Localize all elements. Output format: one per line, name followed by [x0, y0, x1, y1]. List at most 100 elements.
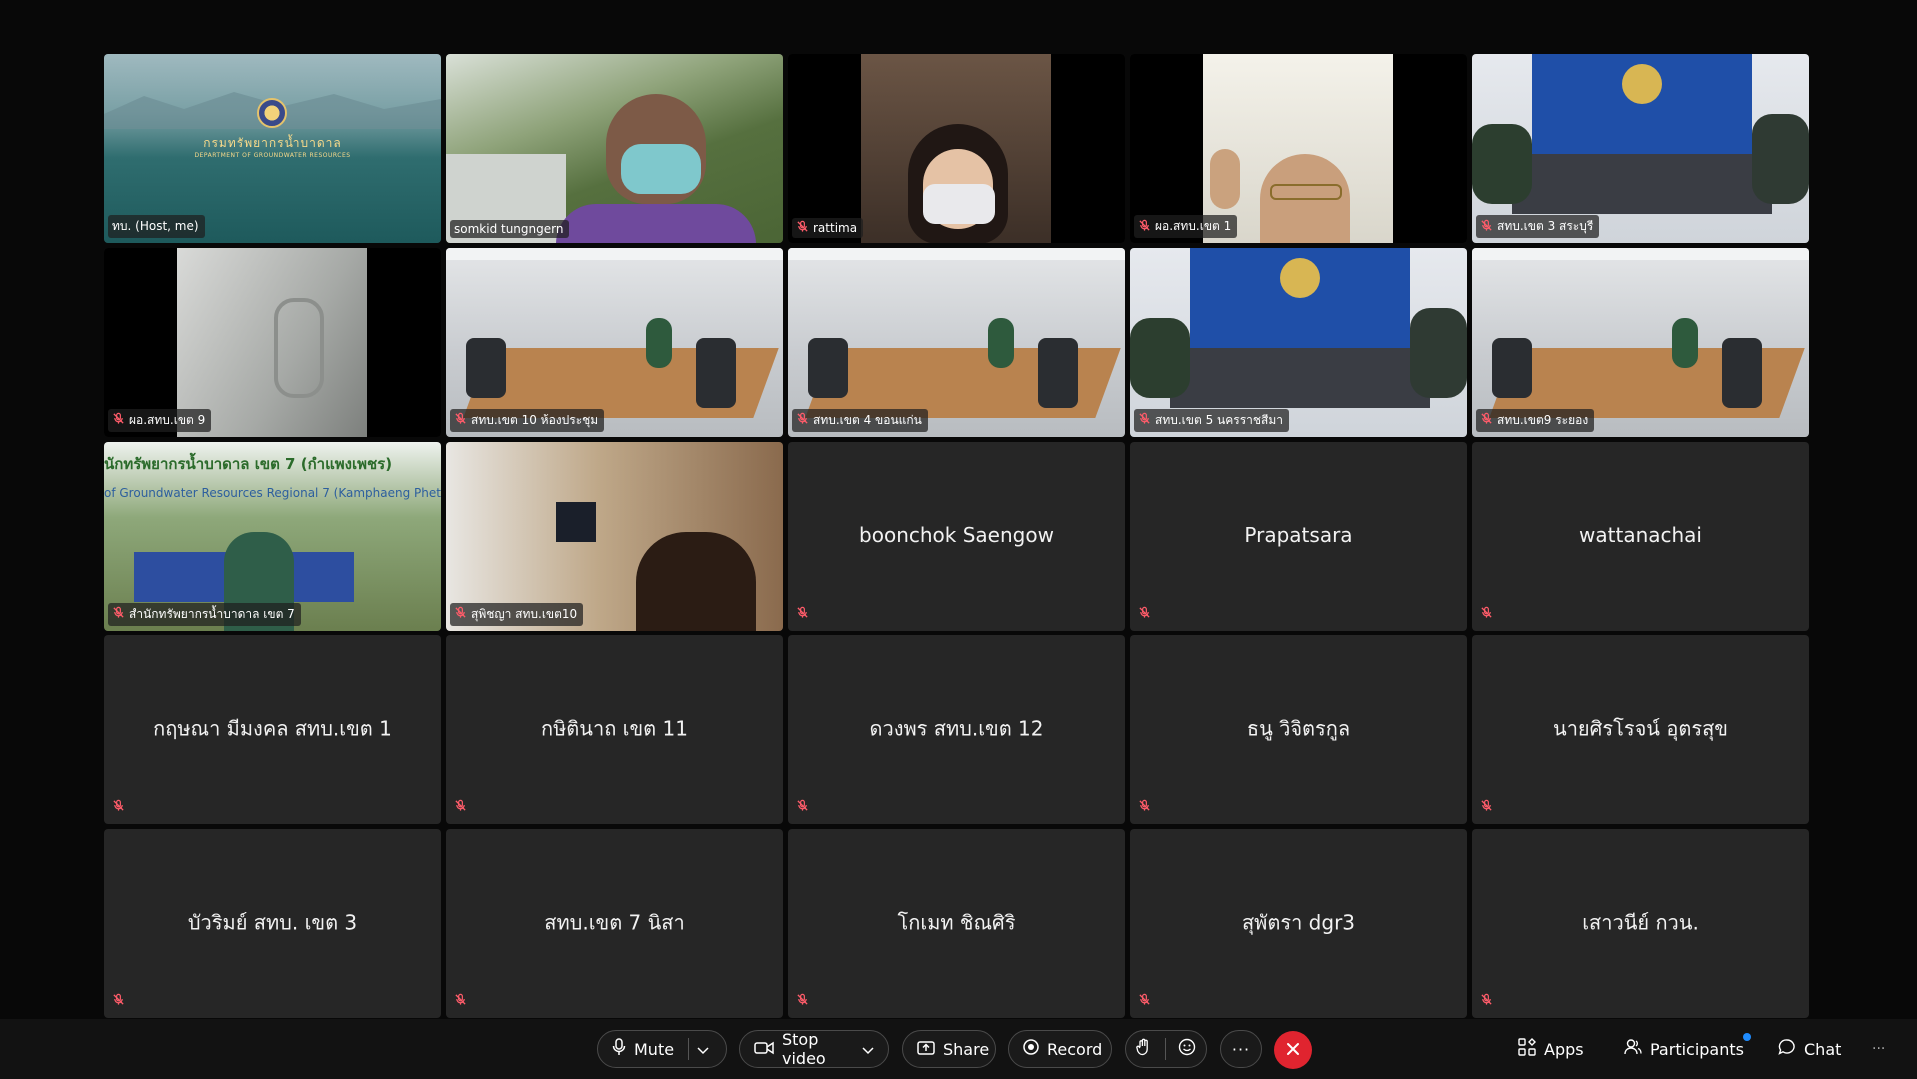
participant-name-label: ผอ.สทบ.เขต 1 [1134, 215, 1238, 238]
notification-badge [1743, 1033, 1751, 1041]
chat-label: Chat [1804, 1039, 1842, 1059]
mic-off-icon [1138, 797, 1151, 816]
mic-off-icon [1480, 604, 1493, 623]
participant-tile[interactable]: กรมทรัพยากรน้ำบาดาล DEPARTMENT OF GROUND… [104, 54, 441, 243]
participant-tile[interactable]: นายศิรโรจน์ อุตรสุข [1472, 635, 1809, 825]
participant-name-label: สทบ.เขต9 ระยอง [1476, 408, 1595, 432]
participant-tile[interactable]: สทบ.เขต9 ระยอง [1472, 247, 1809, 437]
mute-button[interactable]: Mute [597, 1030, 727, 1068]
participant-tile[interactable]: ธนู วิจิตรกูล [1130, 635, 1467, 825]
participants-icon [1624, 1038, 1642, 1060]
participants-button[interactable]: Participants [1624, 1030, 1744, 1068]
participant-tile[interactable]: somkid tungngern [446, 54, 783, 243]
mic-off-icon [1138, 604, 1151, 623]
participant-tile[interactable]: rattima [788, 54, 1125, 243]
share-icon [917, 1040, 935, 1059]
participant-tile[interactable]: สุพิชญา สทบ.เขต10 [446, 441, 783, 631]
mic-off-icon [796, 604, 809, 623]
mic-off-icon [1138, 219, 1151, 235]
leave-meeting-button[interactable] [1274, 1031, 1312, 1069]
participant-tile[interactable]: ผอ.สทบ.เขต 1 [1130, 54, 1467, 243]
divider [688, 1038, 690, 1060]
chevron-down-icon[interactable] [697, 1040, 709, 1059]
more-icon: ··· [1872, 1041, 1886, 1057]
microphone-icon [612, 1038, 626, 1060]
logo-title-en: DEPARTMENT OF GROUNDWATER RESOURCES [194, 152, 351, 159]
participant-tile[interactable]: กษิตินาถ เขต 11 [446, 635, 783, 825]
participant-tile[interactable]: สทบ.เขต 10 ห้องประชุม [446, 247, 783, 437]
participant-name: สทบ.เขต 10 ห้องประชุม [471, 412, 599, 427]
mic-off-icon [112, 797, 125, 816]
participant-name: somkid tungngern [454, 222, 564, 236]
participant-name-label: สทบ.เขต 5 นครราชสีมา [1134, 408, 1290, 432]
participant-tile[interactable]: สทบ.เขต 5 นครราชสีมา [1130, 247, 1467, 437]
participant-tile[interactable]: กฤษณา มีมงคล สทบ.เขต 1 [104, 635, 441, 825]
seal-icon [1622, 64, 1662, 104]
participant-name: สุพัตรา dgr3 [1241, 909, 1356, 934]
participant-tile[interactable]: นักทรัพยากรน้ำบาดาล เขต 7 (กำแพงเพชร) of… [104, 441, 441, 631]
participant-name: สทบ.เขต 5 นครราชสีมา [1155, 412, 1284, 427]
participant-name: ผอ.สทบ.เขต 1 [1155, 219, 1232, 233]
participant-tile[interactable]: wattanachai [1472, 441, 1809, 631]
more-options-button[interactable]: ··· [1220, 1030, 1262, 1068]
participant-tile[interactable]: สทบ.เขต 3 สระบุรี [1472, 54, 1809, 243]
participant-name: สทบ.เขต9 ระยอง [1497, 412, 1589, 427]
camera-feed [446, 54, 783, 243]
camera-feed [788, 54, 1125, 243]
participant-tile[interactable]: Prapatsara [1130, 441, 1467, 631]
record-button[interactable]: Record [1008, 1030, 1112, 1068]
participant-name: ผอ.สทบ.เขต 9 [129, 412, 206, 427]
mic-off-icon [1138, 412, 1151, 428]
participant-tile[interactable]: ดวงพร สทบ.เขต 12 [788, 635, 1125, 825]
participant-name: ธนู วิจิตรกูล [1246, 716, 1351, 741]
raise-hand-icon[interactable] [1136, 1038, 1152, 1060]
participant-name: บัวริมย์ สทบ. เขต 3 [187, 909, 358, 934]
participant-name: ดวงพร สทบ.เขต 12 [869, 716, 1044, 741]
stop-video-button[interactable]: Stop video [739, 1030, 889, 1068]
participant-tile[interactable]: boonchok Saengow [788, 441, 1125, 631]
reaction-emoji-icon[interactable] [1178, 1038, 1196, 1060]
participant-tile[interactable]: สทบ.เขต 4 ขอนแก่น [788, 247, 1125, 437]
participant-tile[interactable]: ผอ.สทบ.เขต 9 [104, 247, 441, 437]
participant-name-label: สุพิชญา สทบ.เขต10 [450, 602, 584, 626]
chevron-down-icon[interactable] [862, 1040, 874, 1059]
participant-name: เสาวนีย์ กวน. [1582, 909, 1699, 934]
apps-icon [1518, 1038, 1536, 1060]
stop-video-label: Stop video [782, 1030, 826, 1068]
chat-button[interactable]: Chat [1778, 1030, 1841, 1068]
participant-name-label: สำนักทรัพยากรน้ำบาดาล เขต 7 [108, 602, 301, 626]
participant-name: สทบ.เขต 3 สระบุรี [1497, 219, 1594, 233]
mic-off-icon [1138, 991, 1151, 1010]
chat-icon [1778, 1038, 1796, 1060]
mic-off-icon [796, 797, 809, 816]
participant-name: Prapatsara [1244, 522, 1353, 547]
participant-tile[interactable]: สทบ.เขต 7 นิสา [446, 829, 783, 1018]
logo-title-th: กรมทรัพยากรน้ำบาดาล [203, 136, 342, 150]
participant-name: กฤษณา มีมงคล สทบ.เขต 1 [153, 716, 392, 741]
mic-off-icon [454, 412, 467, 428]
participant-name-label: สทบ.เขต 3 สระบุรี [1476, 215, 1600, 238]
mic-off-icon [1480, 797, 1493, 816]
apps-button[interactable]: Apps [1518, 1030, 1584, 1068]
mic-off-icon [796, 220, 809, 236]
overflow-menu-button[interactable]: ··· [1872, 1030, 1885, 1068]
participant-name: สทบ.เขต 7 นิสา [544, 909, 685, 934]
mic-off-icon [1480, 412, 1493, 428]
mic-off-icon [454, 797, 467, 816]
participant-tile[interactable]: บัวริมย์ สทบ. เขต 3 [104, 829, 441, 1018]
share-button[interactable]: Share [902, 1030, 996, 1068]
participant-tile[interactable]: สุพัตรา dgr3 [1130, 829, 1467, 1018]
reactions-group [1125, 1030, 1207, 1068]
participant-name: กษิตินาถ เขต 11 [541, 716, 688, 741]
participant-name: rattima [813, 221, 858, 235]
camera-icon [754, 1040, 774, 1059]
mic-off-icon [796, 991, 809, 1010]
divider [1164, 1038, 1166, 1060]
participant-name: สุพิชญา สทบ.เขต10 [471, 606, 578, 621]
participant-tile[interactable]: โกเมท ชิณศิริ [788, 829, 1125, 1018]
participant-name: นายศิรโรจน์ อุตรสุข [1553, 716, 1728, 741]
record-label: Record [1047, 1039, 1103, 1059]
participant-tile[interactable]: เสาวนีย์ กวน. [1472, 829, 1809, 1018]
participant-name: โกเมท ชิณศิริ [897, 909, 1016, 934]
participant-name-label: สทบ.เขต 10 ห้องประชุม [450, 408, 605, 432]
